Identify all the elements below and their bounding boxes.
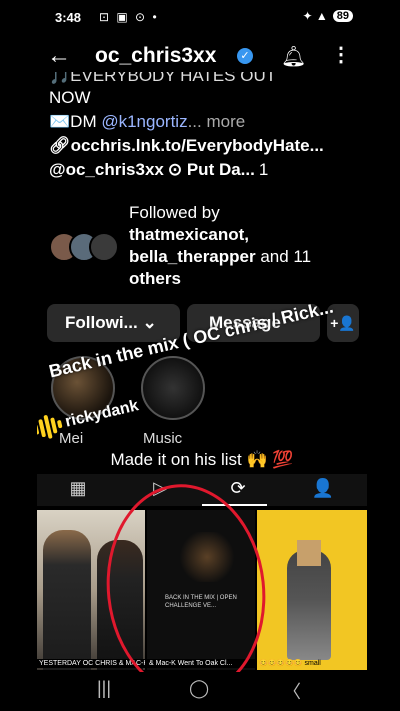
video-caption: Made it on his list 🙌 💯 [110,450,294,469]
bio-dm-prefix: ✉️DM [49,112,102,131]
verified-badge-icon: ✓ [237,48,253,64]
grid-tab-icon[interactable]: ▦ [37,478,119,499]
more-options-icon[interactable]: ⋮ [331,42,351,67]
wifi-signal-icon: ✦ ▲ [302,9,328,23]
recent-apps-icon[interactable]: ||| [97,678,111,699]
post-image-person [43,530,91,670]
post-image-bag [297,540,321,566]
post-caption: YESTERDAY OC CHRIS & MAC-K WENT TO [37,659,145,668]
system-icons: ✦ ▲ 89 [302,9,353,23]
avatar [89,232,119,262]
back-arrow-icon[interactable]: ← [47,42,71,70]
post-caption: 😊😊😊😊😊 small [259,660,321,667]
battery-icon: 89 [332,10,353,22]
home-icon[interactable]: ◯ [189,678,209,699]
bio-more-link[interactable]: ... more [188,112,246,131]
post-tile[interactable]: 😊😊😊😊😊 small [257,510,367,670]
status-time: 3:48 [55,10,82,25]
bio-line-1: 🎵EVERYBODY HATES OUT [49,72,277,85]
profile-header: ← oc_chris3xx ✓ 🔔︎ ⋮ [37,38,367,76]
threads-handle[interactable]: @oc_chris3xx [49,158,164,182]
followed-by-count: and 11 [255,247,312,266]
post-image-person [287,550,331,660]
bio-link-row[interactable]: 🔗︎occhris.lnk.to/EverybodyHate... [49,134,359,158]
tagged-tab-icon[interactable]: 👤 [282,478,364,499]
link-icon: 🔗︎ [49,136,71,155]
profile-bio: 🎵EVERYBODY HATES OUT NOW ✉️DM @k1ngortiz… [49,72,359,182]
follower-avatars [49,232,134,262]
followed-by-user-2: bella_therapper [129,247,256,266]
followed-by-others: others [129,269,181,288]
highlight-circle-2[interactable] [141,356,205,420]
highlight-label-2: Music [143,430,183,447]
android-nav-bar: ||| ◯ 〈 [37,672,367,711]
threads-song[interactable]: ⊙ Put Da... [168,158,255,182]
followed-by-section[interactable]: Followed by thatmexicanot, bella_therapp… [49,202,359,292]
bio-link[interactable]: occhris.lnk.to/EverybodyHate... [71,136,324,155]
dm-mention-link[interactable]: @k1ngortiz [101,112,187,131]
status-bar: 3:48 ⊡ ▣ ⊙ • ✦ ▲ 89 [37,6,367,32]
bell-icon[interactable]: 🔔︎ [281,44,306,69]
phone-screen: 3:48 ⊡ ▣ ⊙ • ✦ ▲ 89 ← oc_chris3xx ✓ 🔔︎ ⋮… [37,0,367,711]
bio-dm-line: ✉️DM @k1ngortiz... more [49,110,359,134]
followed-by-user-1: thatmexicanot, [129,225,249,244]
bio-line-2: NOW [49,88,91,107]
threads-row: @oc_chris3xx ⊙ Put Da... 1 [49,158,359,182]
profile-username: oc_chris3xx [95,44,217,67]
followed-by-label: Followed by [129,203,220,222]
back-icon[interactable]: 〈 [283,678,301,704]
notification-icons: ⊡ ▣ ⊙ • [99,10,159,24]
threads-count: 1 [258,160,269,179]
followed-by-text: Followed by thatmexicanot, bella_therapp… [129,202,359,290]
